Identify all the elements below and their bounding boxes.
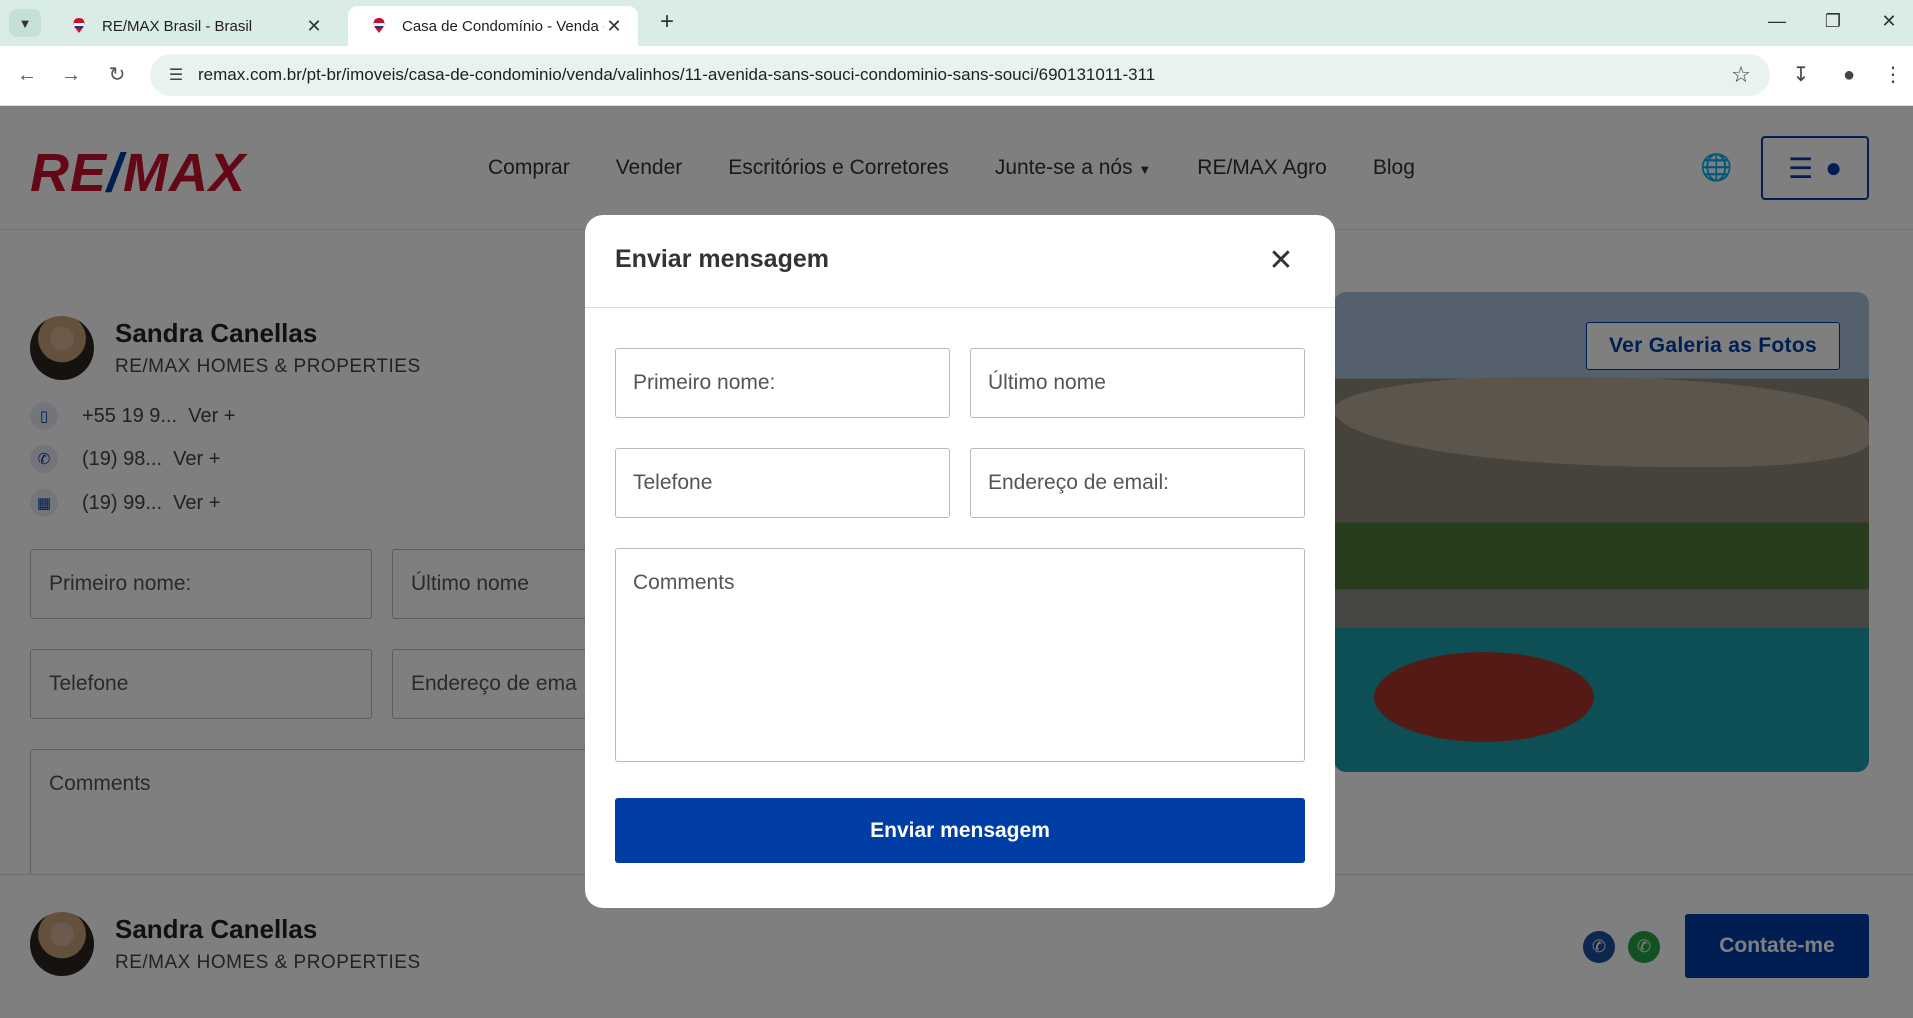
address-bar[interactable]: ☰ remax.com.br/pt-br/imoveis/casa-de-con… — [150, 54, 1770, 96]
email-field[interactable]: Endereço de email: — [970, 448, 1305, 518]
tab-remax-brasil[interactable]: RE/MAX Brasil - Brasil ✕ — [48, 6, 338, 46]
remax-balloon-icon — [73, 18, 85, 33]
url-text: remax.com.br/pt-br/imoveis/casa-de-condo… — [198, 65, 1156, 84]
close-icon[interactable]: ✕ — [304, 16, 324, 37]
close-icon[interactable]: ✕ — [1263, 243, 1299, 279]
browser-toolbar: ← → ↻ ☰ remax.com.br/pt-br/imoveis/casa-… — [0, 46, 1913, 106]
send-message-modal: Enviar mensagem ✕ Primeiro nome: Último … — [585, 215, 1335, 908]
page-content: RE/MAX Comprar Vender Escritórios e Corr… — [0, 106, 1913, 1018]
tab-search-button[interactable]: ▼ — [9, 9, 41, 37]
chevron-down-icon: ▼ — [18, 15, 32, 31]
restore-icon[interactable]: ❐ — [1810, 6, 1856, 36]
modal-header: Enviar mensagem ✕ — [585, 215, 1335, 308]
back-icon[interactable]: ← — [12, 60, 42, 90]
window-close-icon[interactable]: ✕ — [1866, 6, 1912, 36]
profile-icon[interactable]: ● — [1834, 60, 1864, 90]
send-message-button[interactable]: Enviar mensagem — [615, 798, 1305, 863]
tab-casa-condominio[interactable]: Casa de Condomínio - Venda - ✕ — [348, 6, 638, 46]
more-options-icon[interactable]: ⋮ — [1878, 60, 1908, 90]
tab-title: Casa de Condomínio - Venda - — [402, 17, 604, 35]
modal-title: Enviar mensagem — [615, 245, 829, 273]
phone-field[interactable]: Telefone — [615, 448, 950, 518]
minimize-icon[interactable]: — — [1754, 6, 1800, 36]
new-tab-button[interactable]: + — [652, 8, 682, 38]
bookmark-star-icon[interactable]: ☆ — [1726, 62, 1756, 88]
site-info-icon[interactable]: ☰ — [164, 65, 188, 85]
remax-balloon-icon — [373, 18, 385, 33]
first-name-field[interactable]: Primeiro nome: — [615, 348, 950, 418]
close-icon[interactable]: ✕ — [604, 16, 624, 37]
comments-field[interactable]: Comments — [615, 548, 1305, 762]
forward-icon[interactable]: → — [56, 60, 86, 90]
last-name-field[interactable]: Último nome — [970, 348, 1305, 418]
browser-tab-bar: ▼ RE/MAX Brasil - Brasil ✕ Casa de Condo… — [0, 0, 1913, 46]
tab-title: RE/MAX Brasil - Brasil — [102, 17, 253, 35]
download-icon[interactable]: ↧ — [1786, 60, 1816, 90]
reload-icon[interactable]: ↻ — [102, 60, 132, 90]
